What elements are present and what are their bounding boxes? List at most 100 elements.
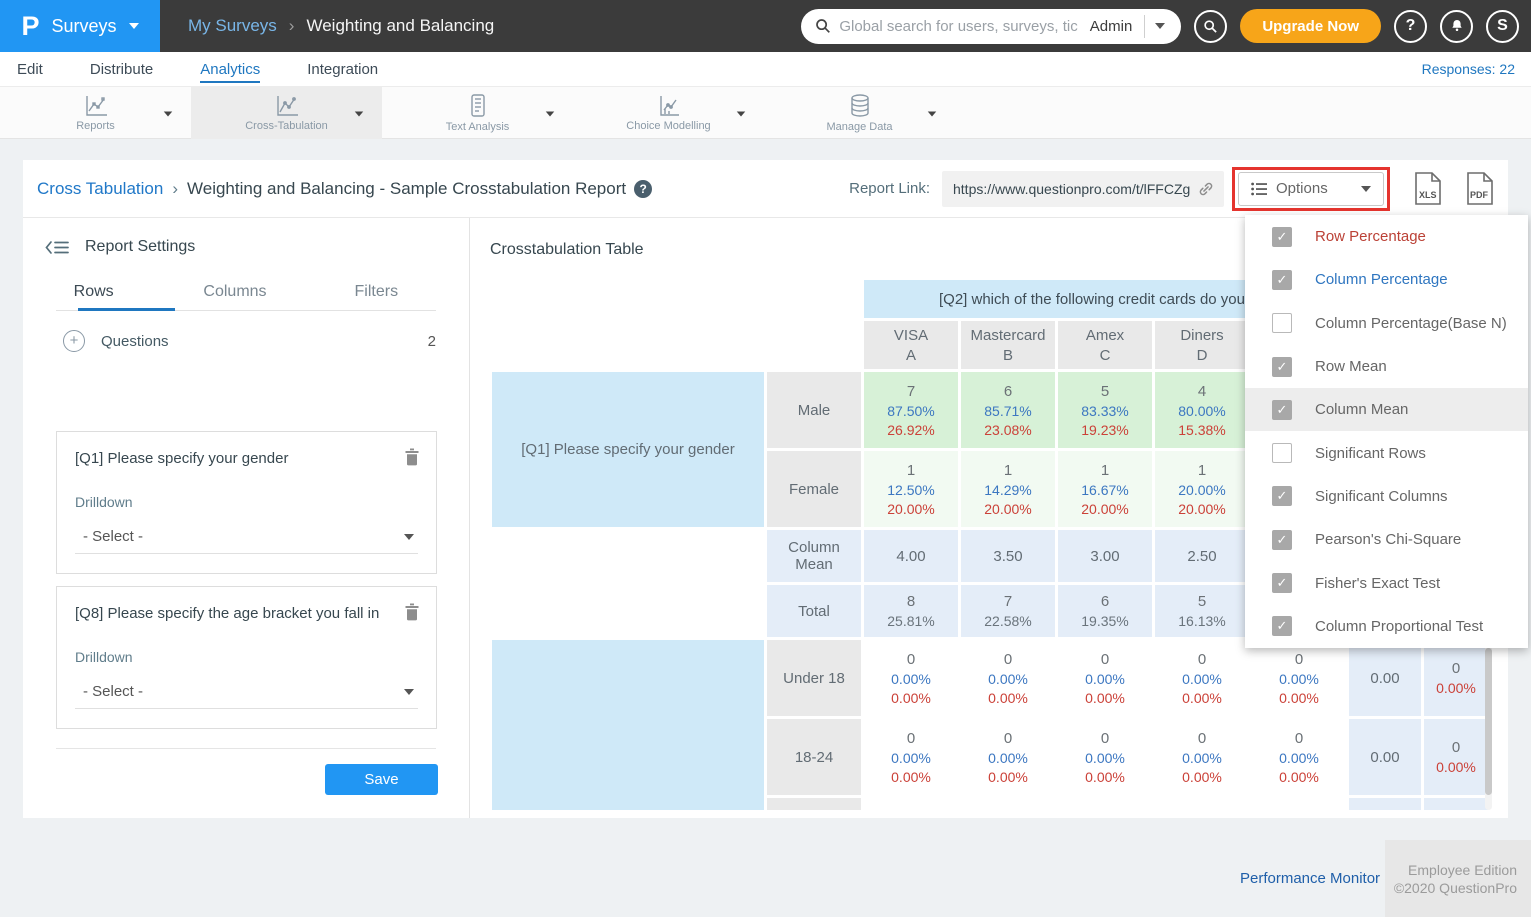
menu-item-pearsons-chi-square[interactable]: ✓Pearson's Chi-Square	[1245, 518, 1528, 561]
drilldown-label: Drilldown	[75, 494, 133, 510]
report-link-field[interactable]: https://www.questionpro.com/t/lFFCZg	[942, 171, 1224, 207]
column-mean-cell: 4.00	[864, 530, 958, 582]
menu-item-column-proportional-test[interactable]: ✓Column Proportional Test	[1245, 605, 1528, 648]
report-settings-header[interactable]: Report Settings	[45, 238, 195, 256]
help-button[interactable]: ?	[1394, 10, 1427, 43]
question-title: [Q1] Please specify your gender	[75, 450, 386, 467]
menu-item-column-mean[interactable]: ✓Column Mean	[1245, 388, 1528, 431]
toolbar-reports[interactable]: Reports	[0, 87, 191, 139]
scrollbar-thumb[interactable]	[1485, 648, 1492, 795]
add-question-button[interactable]: +	[63, 330, 85, 352]
table-cell: 00.00%0.00%	[864, 640, 958, 716]
list-icon	[1251, 182, 1267, 196]
report-link-label: Report Link:	[849, 180, 930, 197]
table-cell: 00.00%0.00%	[961, 640, 1055, 716]
menu-item-row-percentage[interactable]: ✓Row Percentage	[1245, 215, 1528, 258]
copyright-label: ©2020 QuestionPro	[1394, 880, 1517, 896]
report-url: https://www.questionpro.com/t/lFFCZg	[953, 181, 1196, 197]
menu-item-column-percentage[interactable]: ✓Column Percentage	[1245, 258, 1528, 301]
export-pdf-button[interactable]: PDF	[1466, 172, 1494, 205]
search-scope-label: Admin	[1078, 18, 1145, 35]
edition-panel: Employee Edition ©2020 QuestionPro	[1385, 840, 1531, 917]
menu-item-significant-columns[interactable]: ✓Significant Columns	[1245, 475, 1528, 518]
search-submit-button[interactable]	[1194, 10, 1227, 43]
cross-tab-chart-icon	[275, 95, 299, 117]
menu-item-significant-rows[interactable]: Significant Rows	[1245, 431, 1528, 474]
trash-icon	[404, 603, 420, 621]
export-xls-button[interactable]: XLS	[1414, 172, 1442, 205]
checkbox-checked-icon[interactable]: ✓	[1272, 357, 1292, 377]
question-card-q1: [Q1] Please specify your gender Drilldow…	[56, 431, 437, 574]
survey-nav-tabs: Edit Distribute Analytics Integration	[0, 52, 378, 87]
column-mean-cell: 3.00	[1058, 530, 1152, 582]
drilldown-select[interactable]: - Select -	[75, 520, 418, 554]
global-search-input[interactable]	[839, 18, 1077, 35]
table-cell: 685.71%23.08%	[961, 372, 1055, 448]
question-card-q8: [Q8] Please specify the age bracket you …	[56, 586, 437, 729]
breadcrumb-my-surveys[interactable]: My Surveys	[188, 16, 277, 36]
options-button[interactable]: Options	[1238, 172, 1384, 206]
spacer-cell	[767, 321, 861, 369]
column-header-visa: VISAA	[864, 321, 958, 369]
delete-question-button[interactable]	[404, 448, 420, 471]
tab-integration[interactable]: Integration	[307, 52, 378, 87]
chevron-down-icon	[355, 111, 364, 116]
tab-analytics[interactable]: Analytics	[200, 52, 260, 87]
chevron-down-icon	[129, 23, 139, 29]
global-search: Admin	[801, 9, 1181, 44]
tab-filters[interactable]: Filters	[306, 283, 447, 313]
surveys-menu[interactable]: P Surveys	[0, 0, 160, 52]
user-avatar[interactable]: S	[1486, 10, 1519, 43]
table-cell: 116.67%20.00%	[1058, 451, 1152, 527]
toolbar-text-analysis[interactable]: Text Analysis	[382, 87, 573, 139]
checkbox-checked-icon[interactable]: ✓	[1272, 616, 1292, 636]
table-cell	[1058, 798, 1152, 810]
table-cell	[961, 798, 1055, 810]
checkbox-checked-icon[interactable]: ✓	[1272, 227, 1292, 247]
column-header-mastercard: MastercardB	[961, 321, 1055, 369]
delete-question-button[interactable]	[404, 603, 420, 626]
toolbar-manage-data[interactable]: Manage Data	[764, 87, 955, 139]
checkbox-checked-icon[interactable]: ✓	[1272, 270, 1292, 290]
tab-distribute[interactable]: Distribute	[90, 52, 153, 87]
report-settings-panel: Report Settings Rows Columns Filters + Q…	[23, 218, 470, 818]
tab-columns[interactable]: Columns	[164, 283, 305, 313]
cross-tabulation-link[interactable]: Cross Tabulation	[37, 179, 163, 199]
line-chart-icon	[84, 95, 108, 117]
row-header-male: Male	[767, 372, 861, 448]
toolbar-cross-tabulation[interactable]: Cross-Tabulation	[191, 87, 382, 139]
row-mean-cell: 0.00	[1349, 719, 1421, 795]
table-cell: 787.50%26.92%	[864, 372, 958, 448]
save-button[interactable]: Save	[325, 764, 438, 795]
questionpro-app: P Surveys My Surveys › Weighting and Bal…	[0, 0, 1531, 917]
help-icon[interactable]: ?	[634, 180, 652, 198]
search-scope-dropdown[interactable]	[1145, 23, 1175, 29]
tab-edit[interactable]: Edit	[17, 52, 43, 87]
pdf-file-icon: PDF	[1466, 172, 1494, 205]
checkbox-unchecked-icon[interactable]	[1272, 443, 1292, 463]
toolbar-item-label: Reports	[76, 120, 115, 132]
performance-monitor-link[interactable]: Performance Monitor	[1240, 870, 1380, 887]
chevron-down-icon	[1155, 23, 1165, 29]
checkbox-checked-icon[interactable]: ✓	[1272, 530, 1292, 550]
column-mean-cell: 2.50	[1155, 530, 1249, 582]
drilldown-select[interactable]: - Select -	[75, 675, 418, 709]
spacer-cell	[492, 321, 764, 369]
upgrade-now-button[interactable]: Upgrade Now	[1240, 9, 1381, 43]
checkbox-checked-icon[interactable]: ✓	[1272, 486, 1292, 506]
menu-item-fishers-exact-test[interactable]: ✓Fisher's Exact Test	[1245, 561, 1528, 604]
toolbar-choice-modelling[interactable]: Choice Modelling	[573, 87, 764, 139]
row-mean-cell: 0.00	[1349, 640, 1421, 716]
row-header-under-18: Under 18	[767, 640, 861, 716]
spacer-cell	[492, 280, 764, 318]
checkbox-checked-icon[interactable]: ✓	[1272, 573, 1292, 593]
top-bar: P Surveys My Surveys › Weighting and Bal…	[0, 0, 1531, 52]
menu-item-row-mean[interactable]: ✓Row Mean	[1245, 345, 1528, 388]
checkbox-checked-icon[interactable]: ✓	[1272, 400, 1292, 420]
notifications-button[interactable]	[1440, 10, 1473, 43]
table-cell	[1424, 798, 1488, 810]
checkbox-unchecked-icon[interactable]	[1272, 313, 1292, 333]
responses-count: Responses: 22	[1422, 61, 1531, 77]
menu-item-column-percentage-base-n[interactable]: Column Percentage(Base N)	[1245, 302, 1528, 345]
text-analysis-icon	[468, 94, 488, 118]
